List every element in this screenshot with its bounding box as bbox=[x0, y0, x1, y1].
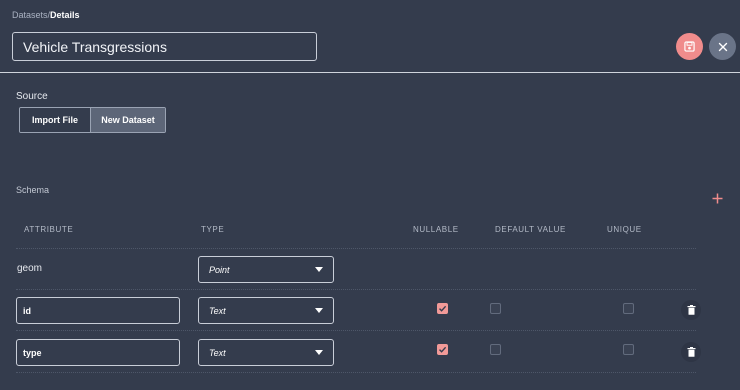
plus-icon bbox=[712, 193, 722, 203]
breadcrumb: Datasets/Details bbox=[12, 10, 80, 20]
save-button[interactable] bbox=[676, 33, 703, 60]
column-header-unique: UNIQUE bbox=[607, 225, 642, 234]
schema-label: Schema bbox=[16, 185, 50, 195]
row-divider bbox=[16, 289, 696, 290]
row-divider bbox=[16, 330, 696, 331]
header-divider-line bbox=[16, 248, 696, 249]
column-header-default-value: DEFAULT VALUE bbox=[495, 225, 566, 234]
trash-icon bbox=[687, 347, 695, 357]
type-select-type[interactable]: Text bbox=[198, 339, 334, 366]
close-button[interactable] bbox=[709, 33, 736, 60]
type-select-value: Text bbox=[209, 347, 226, 358]
check-icon bbox=[439, 305, 447, 312]
chevron-down-icon bbox=[315, 267, 323, 272]
attribute-geom-label: geom bbox=[17, 263, 43, 274]
header-divider bbox=[0, 72, 740, 73]
delete-attribute-button-type[interactable] bbox=[681, 342, 701, 362]
dataset-name-input[interactable] bbox=[12, 32, 317, 61]
breadcrumb-parent[interactable]: Datasets bbox=[12, 10, 48, 20]
column-header-nullable: NULLABLE bbox=[413, 225, 459, 234]
trash-icon bbox=[687, 305, 695, 315]
unique-checkbox-id[interactable] bbox=[623, 303, 634, 314]
column-header-attribute: ATTRIBUTE bbox=[24, 225, 74, 234]
save-icon bbox=[684, 41, 695, 52]
column-header-type: TYPE bbox=[201, 225, 225, 234]
attribute-name-input-type[interactable] bbox=[16, 339, 180, 366]
row-divider bbox=[16, 372, 696, 373]
nullable-checkbox-type[interactable] bbox=[437, 344, 448, 355]
source-toggle: Import File New Dataset bbox=[19, 107, 166, 133]
default-value-checkbox-id[interactable] bbox=[490, 303, 501, 314]
chevron-down-icon bbox=[315, 350, 323, 355]
import-file-option[interactable]: Import File bbox=[20, 108, 90, 132]
default-value-checkbox-type[interactable] bbox=[490, 344, 501, 355]
breadcrumb-current: Details bbox=[50, 10, 80, 20]
add-attribute-button[interactable] bbox=[709, 190, 725, 206]
source-label: Source bbox=[16, 91, 48, 102]
type-select-value: Text bbox=[209, 305, 226, 316]
new-dataset-option[interactable]: New Dataset bbox=[90, 108, 165, 132]
chevron-down-icon bbox=[315, 308, 323, 313]
delete-attribute-button-id[interactable] bbox=[681, 300, 701, 320]
type-select-id[interactable]: Text bbox=[198, 297, 334, 324]
close-icon bbox=[718, 42, 727, 51]
type-select-value: Point bbox=[209, 264, 230, 275]
nullable-checkbox-id[interactable] bbox=[437, 303, 448, 314]
unique-checkbox-type[interactable] bbox=[623, 344, 634, 355]
type-select-geom[interactable]: Point bbox=[198, 256, 334, 283]
attribute-name-input-id[interactable] bbox=[16, 297, 180, 324]
check-icon bbox=[439, 346, 447, 353]
